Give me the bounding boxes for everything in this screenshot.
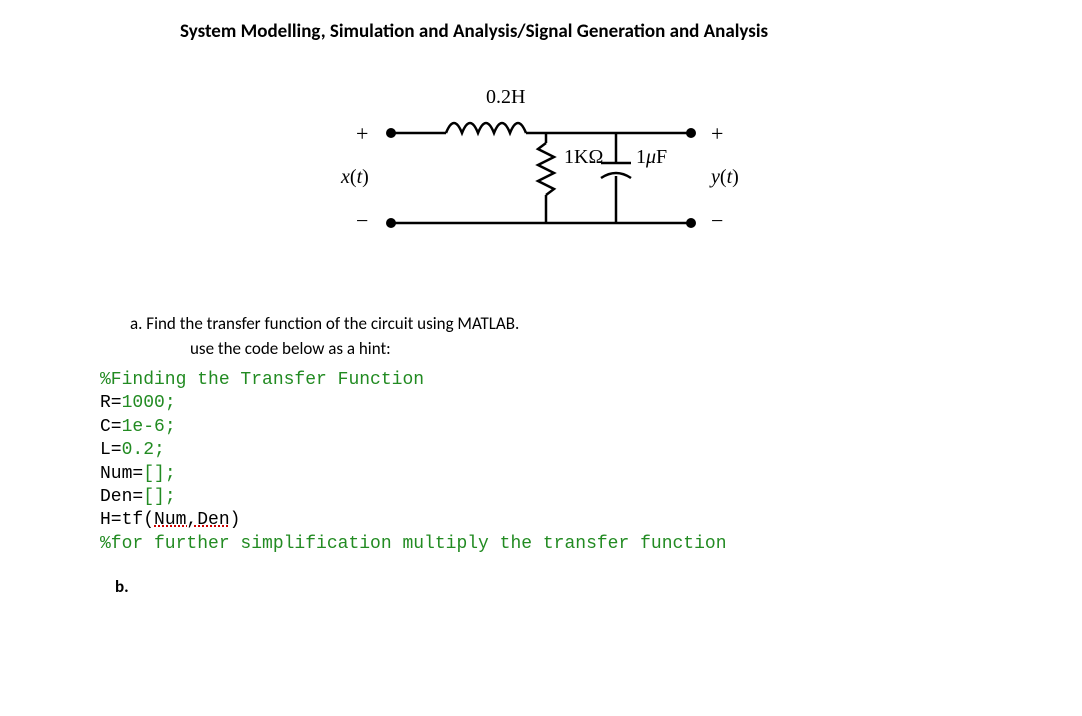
code-line: H=tf(Num,Den): [100, 509, 982, 532]
circuit-svg: 0.2H 1KΩ 1μF + x(t): [316, 83, 766, 263]
node-top-right: [686, 128, 696, 138]
code-comment: %for further simplification multiply the…: [100, 533, 982, 556]
code-comment: %Finding the Transfer Function: [100, 369, 982, 392]
document-title: System Modelling, Simulation and Analysi…: [180, 20, 982, 43]
circuit-diagram: 0.2H 1KΩ 1μF + x(t): [316, 83, 766, 263]
code-line: L=0.2;: [100, 439, 982, 462]
code-line: Num=[];: [100, 463, 982, 486]
code-block: %Finding the Transfer Function R=1000; C…: [100, 369, 982, 556]
resistor-label: 1KΩ: [564, 146, 603, 168]
inductor-label: 0.2H: [486, 86, 525, 108]
minus-right: −: [711, 208, 723, 233]
plus-right: +: [711, 121, 723, 146]
part-b-label: b.: [115, 576, 982, 597]
input-label: x(t): [340, 166, 369, 188]
question-a: a. Find the transfer function of the cir…: [130, 313, 982, 334]
output-label: y(t): [709, 166, 739, 188]
capacitor-label: 1μF: [636, 146, 667, 168]
code-line: R=1000;: [100, 392, 982, 415]
question-a-hint: use the code below as a hint:: [190, 338, 982, 359]
minus-left: −: [356, 208, 368, 233]
code-line: C=1e-6;: [100, 416, 982, 439]
code-line: Den=[];: [100, 486, 982, 509]
plus-left: +: [356, 121, 368, 146]
resistor-icon: [538, 143, 554, 195]
node-bottom-right: [686, 218, 696, 228]
inductor-icon: [446, 123, 526, 133]
